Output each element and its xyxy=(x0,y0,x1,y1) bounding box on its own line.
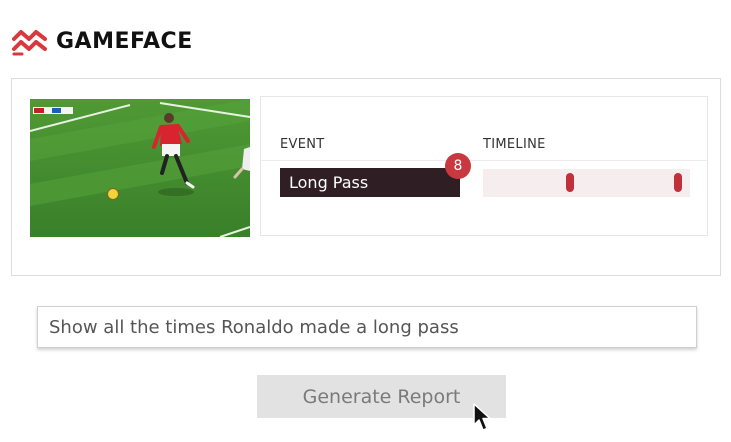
event-column-header: EVENT xyxy=(280,137,325,152)
results-panel: EVENT TIMELINE Long Pass 8 xyxy=(11,78,721,276)
timeline-column-header: TIMELINE xyxy=(483,137,546,152)
timeline-event-marker[interactable] xyxy=(674,173,682,192)
brand-logo: GAMEFACE xyxy=(12,24,193,60)
mouse-pointer-icon xyxy=(472,402,494,432)
event-timeline-track[interactable] xyxy=(483,169,690,197)
event-long-pass[interactable]: Long Pass xyxy=(280,168,460,197)
header-divider xyxy=(261,160,707,161)
brand-name-prefix: GAME xyxy=(56,29,131,54)
query-input[interactable] xyxy=(37,306,697,348)
gameface-logo-icon xyxy=(12,27,48,57)
soccer-clip-thumbnail[interactable] xyxy=(30,99,250,237)
brand-name: GAMEFACE xyxy=(56,31,193,53)
brand-name-suffix: FACE xyxy=(130,29,193,54)
generate-report-button[interactable]: Generate Report xyxy=(257,375,506,418)
event-results-card: EVENT TIMELINE Long Pass 8 xyxy=(260,96,708,236)
event-count-badge: 8 xyxy=(445,153,471,179)
timeline-event-marker[interactable] xyxy=(566,173,574,192)
